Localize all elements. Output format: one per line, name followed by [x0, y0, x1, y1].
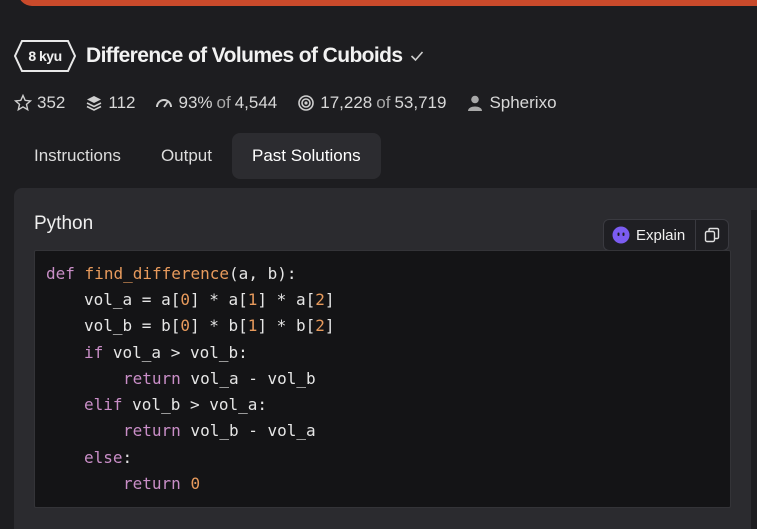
check-icon [411, 51, 424, 62]
code-token: return [123, 369, 181, 388]
code-token: if [84, 343, 104, 362]
code-token: 2 [315, 316, 325, 335]
code-line: vol_a = a[0] * a[1] * a[2] [46, 290, 334, 310]
code-token: 2 [315, 290, 325, 309]
code-token: return [123, 474, 181, 493]
code-token: return [123, 421, 181, 440]
code-token: 1 [247, 290, 258, 309]
code-token: (a, b): [229, 264, 297, 283]
code-token: def [46, 264, 75, 283]
satisfaction-of-label: of [216, 93, 231, 112]
code-token: ] [324, 316, 335, 335]
explain-button[interactable]: Explain [604, 220, 697, 250]
code-line: return vol_a - vol_b [46, 369, 316, 389]
code-line: vol_b = b[0] * b[1] * b[2] [46, 316, 334, 336]
code-token: ] * a[ [189, 290, 248, 309]
code-token: elif [84, 395, 123, 414]
attempted-count: 53,719 [394, 93, 447, 112]
code-line: return vol_b - vol_a [46, 421, 316, 441]
ghost-ai-icon [612, 226, 630, 244]
code-token: vol_a = a[ [84, 290, 181, 309]
code-token: ] * a[ [257, 290, 316, 309]
tab-output[interactable]: Output [141, 133, 232, 179]
author-name[interactable]: Spherixo [489, 93, 556, 113]
code-token: else [84, 448, 123, 467]
code-line: def find_difference(a, b): [46, 264, 296, 284]
rank-label: 8 kyu [28, 48, 62, 64]
stars-stat[interactable]: 352 [14, 93, 65, 113]
code-token: 0 [190, 474, 201, 493]
completed-of-label: of [376, 93, 391, 112]
code-token: ] [324, 290, 335, 309]
code-token: vol_b > vol_a: [122, 395, 268, 414]
rank-badge: 8 kyu [14, 40, 76, 72]
code-token: 0 [180, 316, 190, 335]
tab-past-solutions[interactable]: Past Solutions [231, 133, 381, 179]
code-token: 1 [247, 316, 258, 335]
code-token: ] * b[ [257, 316, 316, 335]
code-token: vol_a > vol_b: [103, 343, 248, 362]
satisfaction-rate: 93% [178, 93, 213, 112]
code-line: if vol_a > vol_b: [46, 343, 248, 363]
code-token: find_difference [84, 264, 230, 283]
tab-instructions[interactable]: Instructions [14, 133, 141, 179]
satisfaction-gauge-icon [156, 99, 173, 108]
kata-tabs: Instructions Output Past Solutions [14, 133, 381, 179]
author-stat[interactable]: Spherixo [466, 93, 557, 113]
code-token: : [122, 448, 133, 467]
code-actions: Explain [603, 219, 730, 251]
satisfaction-votes: 4,544 [234, 93, 278, 112]
copy-button[interactable] [696, 220, 728, 250]
code-token: ] * b[ [189, 316, 248, 335]
completions-stat: 17,228 of 53,719 [297, 93, 446, 113]
kata-header: 8 kyu Difference of Volumes of Cuboids [14, 40, 424, 72]
code-line: elif vol_b > vol_a: [46, 395, 267, 415]
code-line: else: [46, 448, 132, 468]
code-line: return 0 [46, 474, 200, 494]
satisfaction-stat: 93% of 4,544 [155, 93, 277, 113]
code-token: vol_a - vol_b [180, 369, 316, 388]
explain-label: Explain [636, 226, 686, 244]
target-icon [298, 95, 315, 111]
completed-count: 17,228 [320, 93, 373, 112]
top-banner [18, 0, 757, 6]
kata-stats: 352 112 93% of 4,544 17,228 of 53,719 Sp… [14, 92, 577, 114]
stars-count: 352 [37, 93, 66, 112]
code-token: vol_b = b[ [84, 316, 181, 335]
collections-count: 112 [108, 93, 136, 112]
solution-language: Python [34, 213, 94, 234]
code-token: vol_b - vol_a [180, 421, 316, 440]
kata-title[interactable]: Difference of Volumes of Cuboids [86, 44, 403, 68]
collections-icon [87, 96, 102, 111]
code-token: 0 [180, 290, 190, 309]
scrollbar-gutter[interactable] [751, 210, 757, 529]
star-icon [14, 94, 32, 112]
collections-stat[interactable]: 112 [85, 93, 135, 113]
user-icon [468, 95, 483, 111]
code-block[interactable]: def find_difference(a, b): vol_a = a[0] … [34, 250, 731, 508]
copy-icon [705, 227, 720, 243]
